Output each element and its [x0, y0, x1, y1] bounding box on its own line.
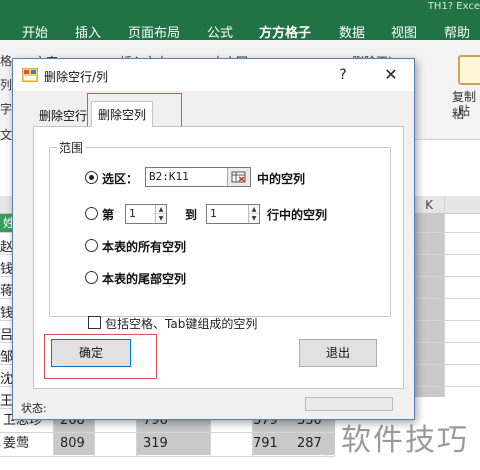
radio-tail-empty-columns[interactable]: [85, 271, 98, 284]
to-row-stepper[interactable]: 1 ▲ ▼: [206, 204, 260, 224]
ribbon-tab-insert[interactable]: 插入: [75, 22, 101, 41]
radio-all-empty-columns[interactable]: [85, 239, 98, 252]
ribbon-fragment: 格: [0, 54, 13, 68]
ribbon-tab-view[interactable]: 视图: [391, 22, 417, 41]
spin-up-icon[interactable]: ▲: [155, 205, 166, 214]
include-blank-label[interactable]: 包括空格、Tab键组成的空列: [105, 315, 257, 332]
ribbon-tab-help[interactable]: 帮助: [444, 22, 470, 41]
from-row-value[interactable]: 1: [129, 207, 136, 220]
ribbon-fragment: 列: [0, 78, 13, 92]
cell-value[interactable]: 319: [137, 433, 210, 455]
to-row-value[interactable]: 1: [210, 207, 217, 220]
exit-button[interactable]: 退出: [299, 339, 377, 367]
ribbon-tab-data[interactable]: 数据: [339, 22, 365, 41]
from-row-stepper[interactable]: 1 ▲ ▼: [125, 204, 167, 224]
watermark-text: 软件技巧: [341, 423, 469, 458]
selection-label: 选区：: [102, 172, 139, 186]
selection-suffix: 中的空列: [257, 172, 306, 186]
close-button[interactable]: ✕: [377, 64, 405, 86]
spin-up-icon[interactable]: ▲: [248, 205, 259, 214]
ribbon-tab-page-layout[interactable]: 页面布局: [128, 22, 180, 41]
window-title-fragment: TH1? Exce: [427, 1, 480, 12]
delete-empty-dialog: 删除空行/列 ? ✕ 删除空行 删除空列 范围 选区： B2:K11 中的空列 …: [12, 58, 415, 420]
spin-down-icon[interactable]: ▼: [155, 214, 166, 223]
status-label: 状态:: [21, 402, 47, 415]
cell-name[interactable]: 姜莺: [3, 433, 29, 455]
column-header-k[interactable]: K: [414, 196, 444, 214]
dialog-titlebar[interactable]: 删除空行/列 ? ✕: [13, 59, 414, 91]
ribbon-tab-bar: TH1? Exce 开始 插入 页面布局 公式 方方格子 数据 视图 帮助: [0, 0, 480, 45]
tail-empty-label[interactable]: 本表的尾部空列: [102, 270, 186, 287]
range-picker-button[interactable]: [227, 168, 250, 186]
nth-label: 第: [102, 208, 115, 222]
radio-selection[interactable]: [85, 171, 98, 184]
highlight-annotation: [44, 334, 157, 379]
app-icon: [21, 67, 39, 83]
cell-value[interactable]: 809: [54, 433, 94, 455]
paste-icon[interactable]: [458, 55, 480, 85]
ribbon-fragment: 字: [0, 102, 13, 116]
tab-delete-empty-rows[interactable]: 删除空行: [33, 105, 93, 127]
include-blank-checkbox[interactable]: [88, 316, 101, 329]
ribbon-tab-formulas[interactable]: 公式: [207, 22, 233, 41]
all-empty-label[interactable]: 本表的所有空列: [102, 238, 186, 255]
cell-value[interactable]: 287: [297, 433, 337, 455]
ribbon-paste-label-2[interactable]: 贴: [458, 102, 470, 119]
dialog-title: 删除空行/列: [44, 70, 109, 84]
range-group-title: 范围: [57, 139, 86, 156]
range-picker-icon: [231, 171, 246, 183]
status-bar: [305, 397, 393, 411]
spin-down-icon[interactable]: ▼: [248, 214, 259, 223]
help-button[interactable]: ?: [331, 65, 355, 85]
tab-delete-empty-columns[interactable]: 删除空列: [91, 101, 154, 127]
to-label: 到: [185, 208, 198, 222]
ribbon-tab-home[interactable]: 开始: [22, 22, 48, 41]
radio-row-range[interactable]: [85, 207, 98, 220]
table-row: 姜莺 809 319 791 287: [0, 433, 340, 455]
nth-suffix: 行中的空列: [267, 208, 328, 222]
